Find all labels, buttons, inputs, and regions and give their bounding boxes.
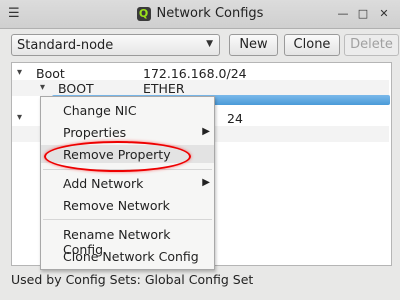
menu-item-remove-network[interactable]: Remove Network bbox=[63, 198, 170, 213]
menu-item-clone-network-config[interactable]: Clone Network Config bbox=[63, 249, 199, 264]
minimize-icon[interactable]: — bbox=[336, 7, 350, 21]
menu-item-add-network[interactable]: Add Network bbox=[63, 176, 143, 191]
config-select[interactable]: Standard-node ▼ bbox=[11, 34, 220, 56]
menu-item-change-nic[interactable]: Change NIC bbox=[63, 103, 137, 118]
status-text: Used by Config Sets: Global Config Set bbox=[11, 272, 254, 287]
title-bar: ☰ Q Network Configs — □ ✕ bbox=[0, 0, 400, 29]
tree-item-name: BOOT bbox=[58, 81, 94, 96]
tree-item-name: Boot bbox=[36, 66, 65, 81]
collapse-icon[interactable]: ▾ bbox=[17, 67, 22, 78]
tree-row[interactable]: ▾ Boot 172.16.168.0/24 bbox=[12, 65, 389, 81]
context-menu: Change NIC Properties ▶ Remove Property … bbox=[40, 96, 215, 270]
tree-item-value: 172.16.168.0/24 bbox=[143, 66, 247, 81]
tree-item-value: 24 bbox=[227, 111, 243, 126]
tree-item-value: ETHER bbox=[143, 81, 185, 96]
maximize-icon[interactable]: □ bbox=[356, 7, 370, 21]
clone-button[interactable]: Clone bbox=[284, 34, 340, 56]
collapse-icon[interactable]: ▾ bbox=[40, 82, 45, 93]
menu-item-remove-property[interactable]: Remove Property bbox=[63, 147, 171, 162]
delete-button[interactable]: Delete bbox=[344, 34, 399, 56]
window-title: Network Configs bbox=[156, 6, 264, 21]
chevron-down-icon: ▼ bbox=[206, 39, 213, 49]
app-icon: Q bbox=[136, 6, 151, 21]
menu-separator bbox=[43, 219, 212, 220]
collapse-icon[interactable]: ▾ bbox=[17, 112, 22, 123]
menu-item-properties[interactable]: Properties bbox=[63, 125, 126, 140]
submenu-arrow-icon: ▶ bbox=[202, 126, 210, 137]
toolbar: Standard-node ▼ New Clone Delete bbox=[11, 34, 399, 56]
menu-separator bbox=[43, 169, 212, 170]
new-button[interactable]: New bbox=[229, 34, 278, 56]
close-icon[interactable]: ✕ bbox=[377, 7, 391, 21]
config-select-value: Standard-node bbox=[17, 38, 114, 53]
submenu-arrow-icon: ▶ bbox=[202, 177, 210, 188]
tree-row[interactable]: ▾ BOOT ETHER bbox=[12, 80, 389, 96]
